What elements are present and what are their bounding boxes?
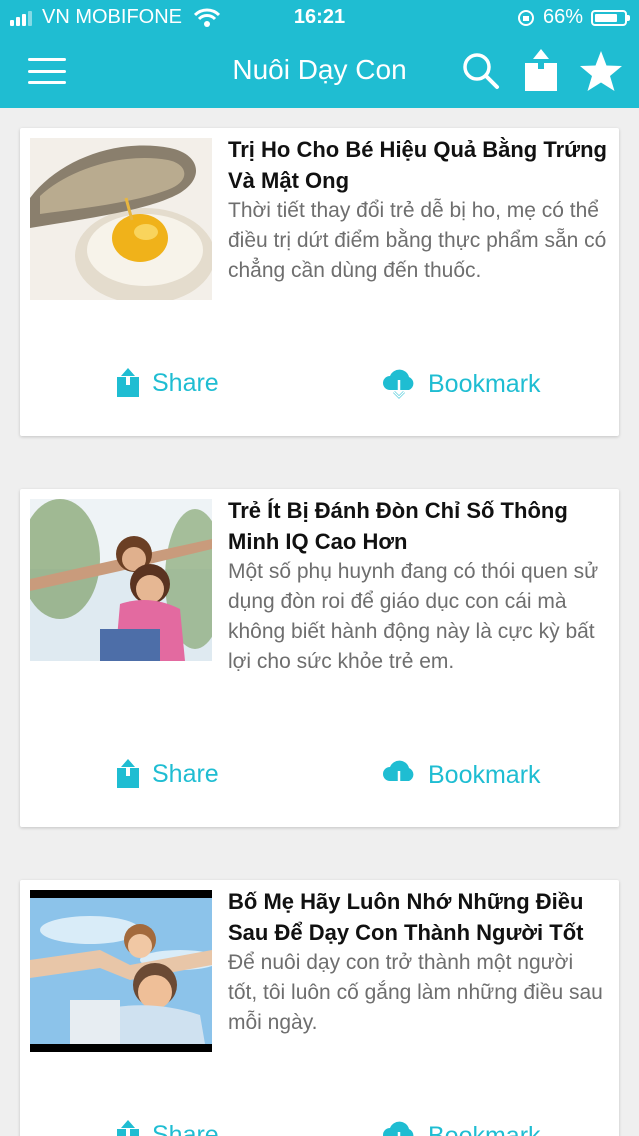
bookmark-button[interactable]: Bookmark <box>382 368 541 400</box>
share-button[interactable]: Share <box>116 1120 219 1136</box>
rotation-lock-icon <box>517 9 534 26</box>
share-icon <box>117 1120 139 1136</box>
bookmark-button[interactable]: Bookmark <box>382 1120 541 1136</box>
article-description: Để nuôi dạy con trở thành một người tốt,… <box>228 951 603 1034</box>
share-label: Share <box>152 759 219 788</box>
nav-actions <box>459 48 623 94</box>
battery-icon <box>591 9 630 26</box>
article-actions: Share Bookmark <box>20 1120 619 1136</box>
cloud-download-icon <box>383 1121 414 1136</box>
article-title[interactable]: Trẻ Ít Bị Đánh Đòn Chỉ Số Thông Minh IQ … <box>228 495 608 557</box>
battery-percent: 66% <box>542 6 583 28</box>
cloud-download-icon <box>383 760 414 790</box>
bookmark-label: Bookmark <box>428 1121 541 1136</box>
nav-bar: Nuôi Dạy Con <box>0 36 639 108</box>
article-text: Trẻ Ít Bị Đánh Đòn Chỉ Số Thông Minh IQ … <box>228 495 608 677</box>
search-icon[interactable] <box>459 48 503 94</box>
share-button[interactable]: Share <box>116 759 219 789</box>
article-text: Bố Mẹ Hãy Luôn Nhớ Những Điều Sau Để Dạy… <box>228 886 608 1038</box>
article-card[interactable]: Bố Mẹ Hãy Luôn Nhớ Những Điều Sau Để Dạy… <box>20 880 619 1136</box>
favorite-star-icon[interactable] <box>579 48 623 94</box>
share-button[interactable]: Share <box>116 368 219 398</box>
article-actions: Share Bookmark <box>20 759 619 799</box>
article-feed: Trị Ho Cho Bé Hiệu Quả Bằng Trứng Và Mật… <box>0 108 639 1136</box>
article-title[interactable]: Bố Mẹ Hãy Luôn Nhớ Những Điều Sau Để Dạy… <box>228 886 608 948</box>
bookmark-label: Bookmark <box>428 369 541 398</box>
article-actions: Share Bookmark <box>20 368 619 408</box>
share-icon <box>117 759 139 788</box>
bookmark-label: Bookmark <box>428 760 541 789</box>
share-icon <box>117 368 139 397</box>
article-card[interactable]: Trị Ho Cho Bé Hiệu Quả Bằng Trứng Và Mật… <box>20 128 619 436</box>
article-thumbnail <box>30 138 212 300</box>
article-title[interactable]: Trị Ho Cho Bé Hiệu Quả Bằng Trứng Và Mật… <box>228 134 608 196</box>
status-bar: VN MOBIFONE 16:21 66% <box>0 0 639 36</box>
article-text: Trị Ho Cho Bé Hiệu Quả Bằng Trứng Và Mật… <box>228 134 608 286</box>
share-label: Share <box>152 368 219 397</box>
cloud-download-icon <box>383 369 414 399</box>
status-right: 66% <box>517 6 630 29</box>
article-card[interactable]: Trẻ Ít Bị Đánh Đòn Chỉ Số Thông Minh IQ … <box>20 489 619 827</box>
app-header: VN MOBIFONE 16:21 66% Nuôi Dạy Con <box>0 0 639 108</box>
article-description: Một số phụ huynh đang có thói quen sử dụ… <box>228 560 599 673</box>
share-icon[interactable] <box>519 48 563 94</box>
article-thumbnail <box>30 890 212 1052</box>
bookmark-button[interactable]: Bookmark <box>382 759 541 791</box>
share-label: Share <box>152 1120 219 1136</box>
article-thumbnail <box>30 499 212 661</box>
article-description: Thời tiết thay đổi trẻ dễ bị ho, mẹ có t… <box>228 199 607 282</box>
